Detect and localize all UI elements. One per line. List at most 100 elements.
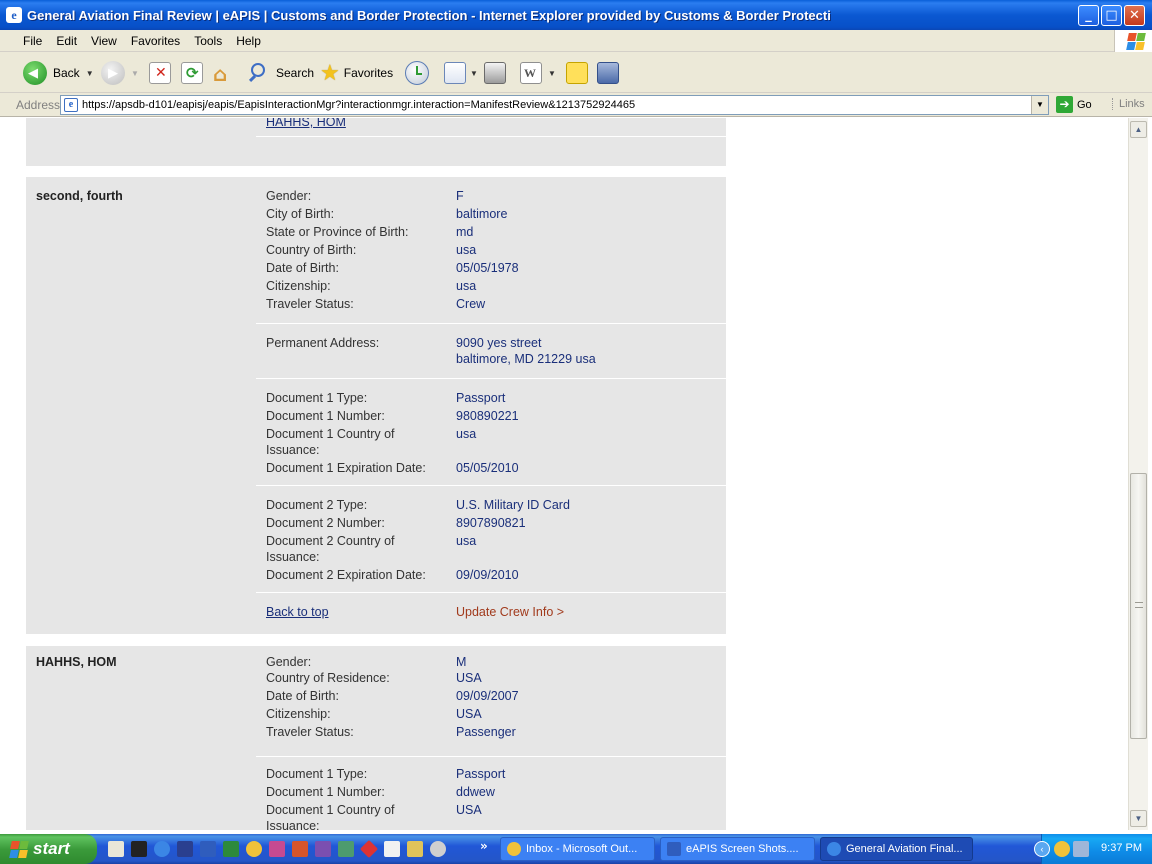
print-icon [484, 62, 506, 84]
links-toolbar[interactable]: Links [1112, 98, 1145, 110]
forward-dropdown-icon[interactable]: ▼ [131, 69, 139, 78]
forward-button[interactable]: ▶ ▼ [101, 60, 139, 86]
detail-value: M [456, 655, 467, 669]
detail-label: Traveler Status: [266, 297, 354, 311]
scroll-thumb[interactable] [1130, 473, 1147, 739]
detail-label: Gender: [266, 189, 312, 203]
traveler-panel: second, fourth Gender: F City of Birth: … [26, 177, 726, 634]
edit-dropdown-icon[interactable]: ▼ [548, 69, 556, 78]
maximize-button[interactable]: □ [1101, 5, 1122, 26]
research-button[interactable] [597, 60, 619, 86]
ie-page-icon: e [6, 7, 22, 23]
favorites-star-icon: ★ [320, 60, 340, 86]
edit-button[interactable]: W ▼ [520, 60, 556, 86]
go-arrow-icon: ➔ [1056, 96, 1073, 113]
page-icon: e [64, 98, 78, 112]
ql-onenote-icon[interactable] [315, 841, 331, 857]
doc-label: Document 1 Country of [266, 803, 395, 817]
window-title-bar[interactable]: e General Aviation Final Review | eAPIS … [0, 0, 1152, 30]
task-word[interactable]: eAPIS Screen Shots.... [660, 837, 815, 861]
tray-outlook-icon[interactable] [1054, 841, 1070, 857]
detail-label: Date of Birth: [266, 689, 339, 703]
doc-value: 05/05/2010 [456, 461, 519, 475]
windows-flag-icon [1114, 30, 1152, 52]
address-line-1: 9090 yes street [456, 336, 542, 350]
start-button[interactable]: start [0, 834, 97, 864]
taskbar: start » Inbox - Microsoft Out... eAPIS S… [0, 834, 1152, 864]
detail-value: USA [456, 671, 482, 685]
menu-help[interactable]: Help [229, 34, 268, 48]
search-button[interactable]: Search [248, 60, 314, 86]
quicklaunch-more-icon[interactable]: » [480, 839, 488, 853]
back-to-top-link[interactable]: Back to top [266, 605, 329, 619]
task-label: General Aviation Final... [846, 843, 963, 855]
ql-ie-icon[interactable] [154, 841, 170, 857]
scroll-up-arrow-icon[interactable]: ▲ [1130, 121, 1147, 138]
favorites-label: Favorites [343, 66, 394, 80]
address-url[interactable]: https://apsdb-d101/eapisj/eapis/EapisInt… [82, 99, 635, 111]
address-dropdown-icon[interactable]: ▼ [1031, 96, 1048, 114]
history-clock-icon [405, 61, 429, 85]
task-outlook[interactable]: Inbox - Microsoft Out... [500, 837, 655, 861]
ql-app4-icon[interactable] [384, 841, 400, 857]
print-button[interactable] [484, 60, 506, 86]
ql-cmd-icon[interactable] [131, 841, 147, 857]
ql-powerpoint-icon[interactable] [292, 841, 308, 857]
discuss-button[interactable] [566, 60, 588, 86]
doc-label: Document 2 Expiration Date: [266, 568, 426, 582]
scroll-down-arrow-icon[interactable]: ▼ [1130, 810, 1147, 827]
ql-outlook-icon[interactable] [246, 841, 262, 857]
go-button[interactable]: ➔ Go [1056, 96, 1092, 113]
home-icon: ⌂ [213, 62, 228, 86]
ql-app5-icon[interactable] [407, 841, 423, 857]
tray-network-icon[interactable] [1073, 841, 1089, 857]
update-crew-info-link[interactable]: Update Crew Info > [456, 605, 564, 619]
start-label: start [33, 839, 70, 858]
ql-excel-icon[interactable] [223, 841, 239, 857]
menu-view[interactable]: View [84, 34, 124, 48]
ql-word-icon[interactable] [200, 841, 216, 857]
menu-favorites[interactable]: Favorites [124, 34, 187, 48]
traveler-panel: HAHHS, HOM Gender: M Country of Residenc… [26, 646, 726, 830]
ql-app6-icon[interactable] [430, 841, 446, 857]
detail-value: F [456, 189, 464, 203]
page-viewport: HAHHS, HOM second, fourth Gender: F City… [0, 118, 1128, 830]
menu-edit[interactable]: Edit [49, 34, 84, 48]
favorites-button[interactable]: ★ Favorites [320, 60, 393, 86]
ql-desktop-icon[interactable] [108, 841, 124, 857]
task-ie-active[interactable]: General Aviation Final... [820, 837, 973, 861]
minimize-button[interactable]: _ [1078, 5, 1099, 26]
ql-app3-icon[interactable] [359, 839, 379, 859]
section-divider [256, 756, 726, 757]
research-icon [597, 62, 619, 84]
mail-dropdown-icon[interactable]: ▼ [470, 69, 478, 78]
menu-file[interactable]: File [16, 34, 49, 48]
stop-button[interactable]: ✕ [149, 60, 171, 86]
history-button[interactable] [405, 60, 429, 86]
outlook-icon [507, 842, 521, 856]
ql-app2-icon[interactable] [338, 841, 354, 857]
clock: 9:37 PM [1101, 842, 1142, 854]
close-button[interactable]: ✕ [1124, 5, 1145, 26]
traveler-anchor-link[interactable]: HAHHS, HOM [266, 118, 346, 129]
mail-button[interactable]: ▼ [444, 60, 478, 86]
back-dropdown-icon[interactable]: ▼ [86, 69, 94, 78]
menu-tools[interactable]: Tools [187, 34, 229, 48]
tray-collapse-icon[interactable]: ‹ [1034, 841, 1050, 857]
ql-publisher-icon[interactable] [269, 841, 285, 857]
ie-icon [827, 842, 841, 856]
address-line-2: baltimore, MD 21229 usa [456, 352, 596, 366]
traveler-name: HAHHS, HOM [36, 655, 117, 669]
refresh-button[interactable]: ⟳ [181, 60, 203, 86]
home-button[interactable]: ⌂ [212, 60, 234, 86]
search-icon [248, 62, 270, 84]
doc-value: usa [456, 427, 477, 441]
doc-value: Passport [456, 767, 506, 781]
address-label: Address [16, 98, 61, 112]
ql-app-icon[interactable] [177, 841, 193, 857]
address-input[interactable]: e https://apsdb-d101/eapisj/eapis/EapisI… [60, 95, 1049, 115]
doc-value: Passport [456, 391, 506, 405]
mail-icon [444, 62, 466, 84]
back-button[interactable]: ◀ Back ▼ [23, 60, 94, 86]
vertical-scrollbar[interactable]: ▲ ▼ [1128, 118, 1148, 830]
